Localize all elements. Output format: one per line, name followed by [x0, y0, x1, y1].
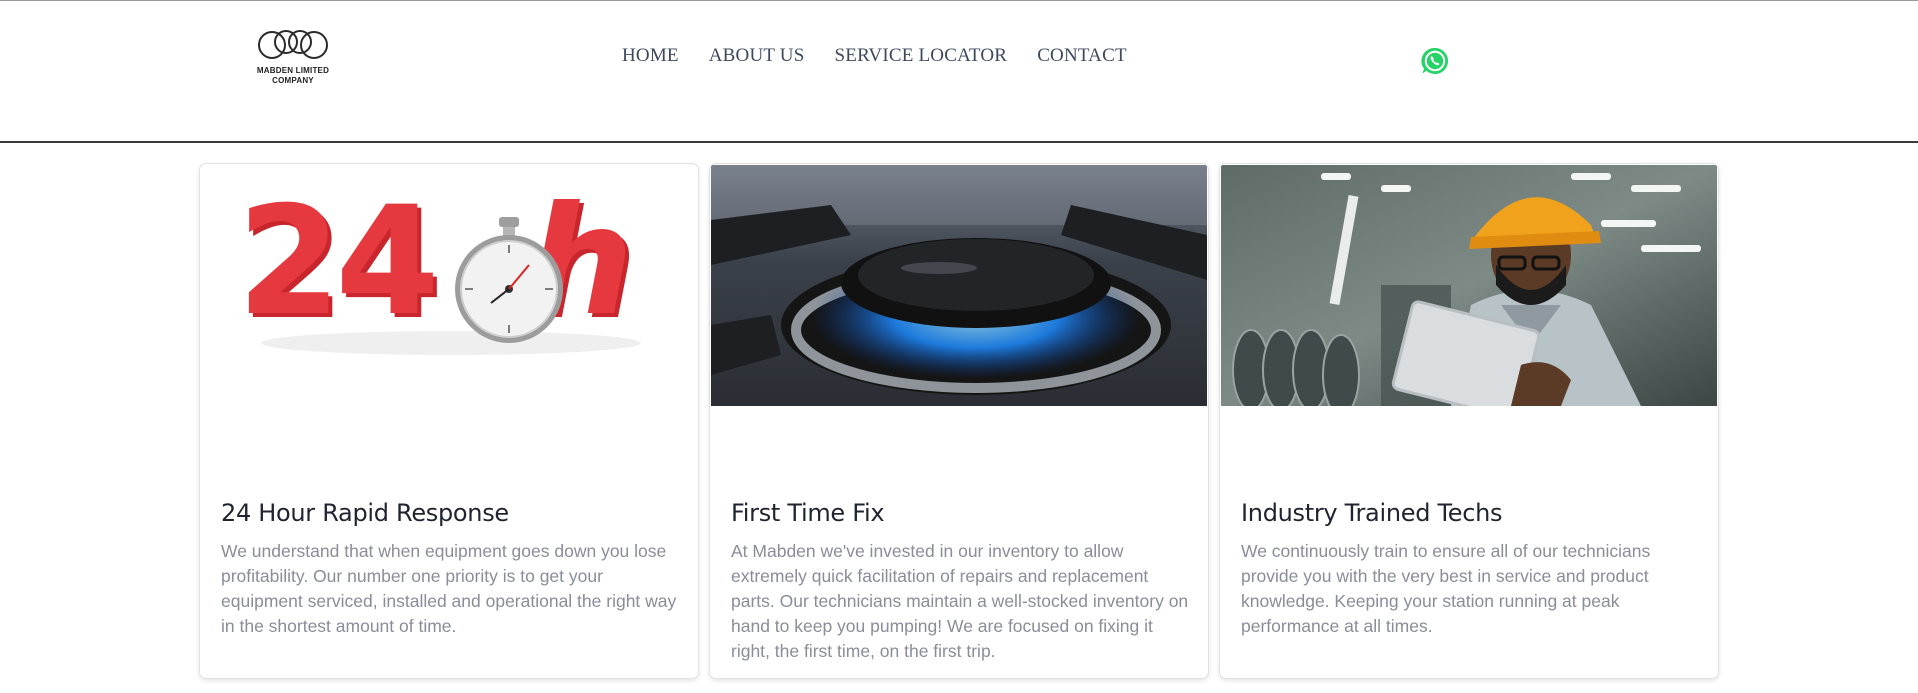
- svg-text:24: 24: [237, 175, 434, 349]
- gas-burner-flame-image: [711, 165, 1207, 406]
- rings-logo-icon: [258, 30, 328, 59]
- card-description: At Mabden we've invested in our inventor…: [731, 541, 1189, 661]
- card-title: First Time Fix: [731, 499, 885, 527]
- nav-home[interactable]: HOME: [622, 45, 679, 67]
- feature-card: Industry Trained Techs We continuously t…: [1220, 164, 1718, 678]
- feature-card: First Time Fix At Mabden we've invested …: [710, 164, 1208, 678]
- logo-text: MABDEN LIMITED COMPANY: [248, 66, 338, 86]
- company-logo[interactable]: MABDEN LIMITED COMPANY: [248, 27, 338, 91]
- card-title: 24 Hour Rapid Response: [221, 499, 509, 527]
- feature-card: 24 24 h h 24 Hour Rapid Response We unde…: [200, 164, 698, 678]
- logo-text-line2: COMPANY: [272, 76, 314, 85]
- nav-about-us[interactable]: ABOUT US: [709, 45, 805, 67]
- main-nav: HOME ABOUT US SERVICE LOCATOR CONTACT: [622, 45, 1157, 67]
- nav-contact[interactable]: CONTACT: [1037, 45, 1127, 67]
- nav-service-locator[interactable]: SERVICE LOCATOR: [835, 45, 1008, 67]
- site-header: MABDEN LIMITED COMPANY HOME ABOUT US SER…: [0, 1, 1918, 143]
- whatsapp-icon[interactable]: [1420, 46, 1450, 76]
- header-divider: [0, 141, 1918, 143]
- card-title: Industry Trained Techs: [1241, 499, 1503, 527]
- card-description: We understand that when equipment goes d…: [221, 541, 677, 636]
- logo-text-line1: MABDEN LIMITED: [256, 66, 330, 75]
- features-section: 24 24 h h 24 Hour Rapid Response We unde…: [200, 164, 1720, 678]
- technician-with-tablet-image: [1221, 165, 1717, 406]
- card-description: We continuously train to ensure all of o…: [1241, 541, 1651, 636]
- 24h-stopwatch-image: 24 24 h h: [201, 165, 697, 406]
